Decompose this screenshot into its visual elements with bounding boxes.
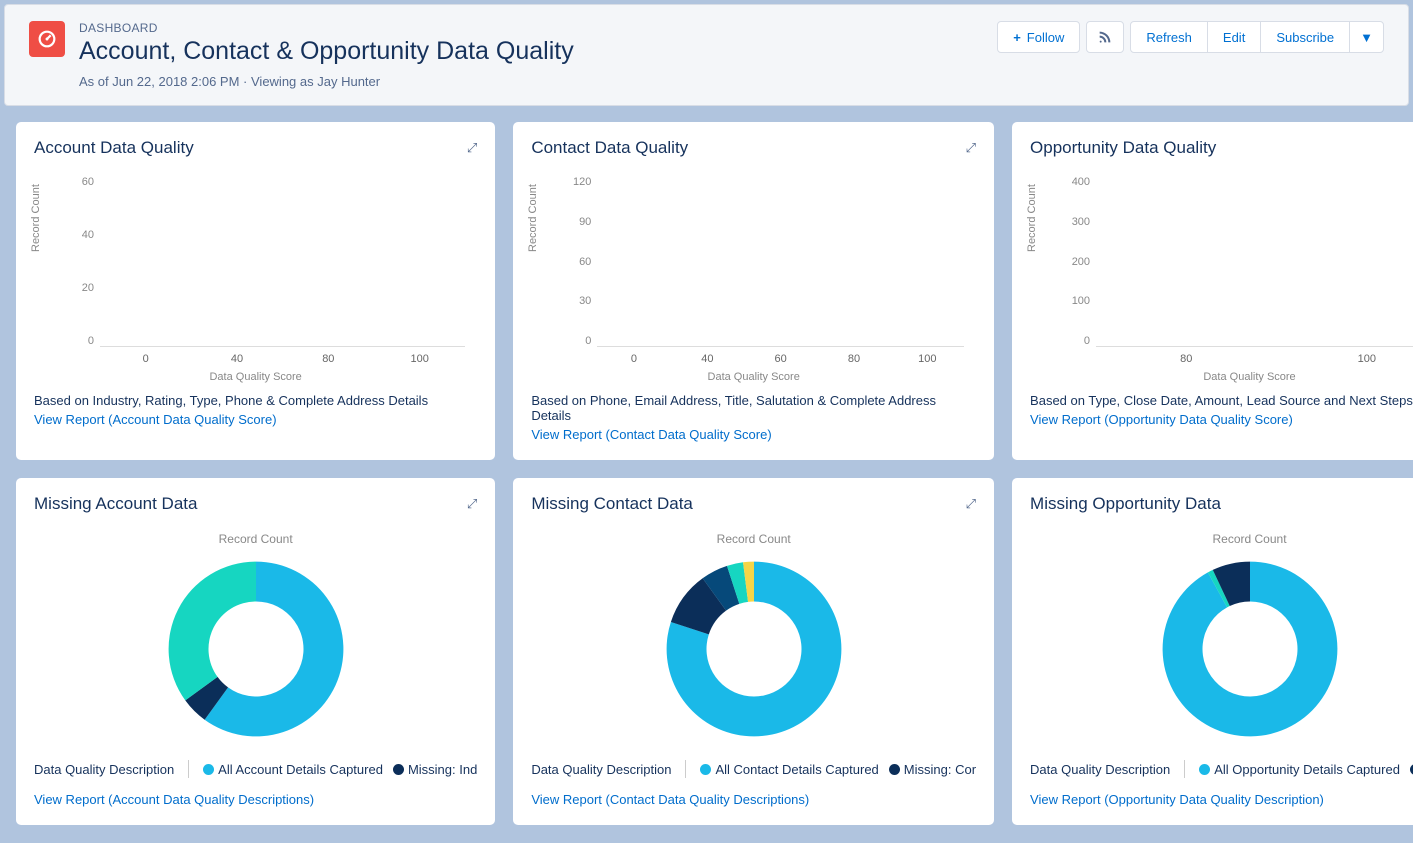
- caption: Based on Phone, Email Address, Title, Sa…: [531, 393, 976, 423]
- account-dq-chart: Record Count 6040200 04080100 Data Quali…: [34, 168, 477, 383]
- dashboard-icon: [29, 21, 65, 57]
- dashboard-header: DASHBOARD Account, Contact & Opportunity…: [4, 4, 1409, 106]
- x-axis-label: Data Quality Score: [1030, 371, 1413, 383]
- card-title: Opportunity Data Quality: [1030, 138, 1216, 158]
- legend-item: All Account Details Captured: [218, 762, 383, 777]
- follow-button[interactable]: + Follow: [997, 21, 1080, 53]
- card-account-dq: Account Data Quality ⤢ Record Count 6040…: [16, 122, 495, 460]
- plot-area: [100, 176, 465, 347]
- opp-dq-chart: Record Count 4003002001000 80100 Data Qu…: [1030, 168, 1413, 383]
- donut-label: Record Count: [34, 532, 477, 546]
- legend-item: Missing: Ind: [408, 762, 477, 777]
- missing-opp-donut: [1155, 554, 1345, 744]
- x-ticks: 0406080100: [597, 353, 964, 365]
- x-ticks: 80100: [1096, 353, 1413, 365]
- legend-title: Data Quality Description: [531, 762, 671, 777]
- legend-item: Missing: Cor: [904, 762, 976, 777]
- subscribe-label: Subscribe: [1276, 30, 1334, 45]
- swatch-blue: [700, 764, 711, 775]
- donut-slice: [168, 562, 255, 701]
- plus-icon: +: [1013, 30, 1021, 45]
- view-report-link[interactable]: View Report (Contact Data Quality Score): [531, 427, 771, 442]
- legend-item: All Contact Details Captured: [715, 762, 878, 777]
- dashboard-meta: As of Jun 22, 2018 2:06 PM · Viewing as …: [79, 74, 574, 89]
- follow-label: Follow: [1027, 30, 1065, 45]
- swatch-navy: [889, 764, 900, 775]
- y-axis-label: Record Count: [527, 184, 539, 252]
- x-axis-label: Data Quality Score: [531, 371, 976, 383]
- missing-contact-donut: [659, 554, 849, 744]
- card-missing-contact: Missing Contact Data ⤢ Record Count Data…: [513, 478, 994, 825]
- swatch-blue: [1199, 764, 1210, 775]
- card-title: Missing Contact Data: [531, 494, 693, 514]
- view-report-link[interactable]: View Report (Contact Data Quality Descri…: [531, 792, 809, 807]
- card-opportunity-dq: Opportunity Data Quality ⤢ Record Count …: [1012, 122, 1413, 460]
- y-axis-label: Record Count: [1026, 184, 1038, 252]
- expand-icon[interactable]: ⤢: [966, 496, 976, 512]
- contact-dq-chart: Record Count 1209060300 0406080100 Data …: [531, 168, 976, 383]
- plot-area: [597, 176, 964, 347]
- view-report-link[interactable]: View Report (Account Data Quality Score): [34, 412, 277, 427]
- card-missing-opportunity: Missing Opportunity Data ⤢ Record Count …: [1012, 478, 1413, 825]
- swatch-navy: [393, 764, 404, 775]
- y-ticks: 6040200: [54, 176, 94, 347]
- feed-icon-button[interactable]: [1086, 21, 1124, 53]
- legend: Data Quality Description All Contact Det…: [531, 760, 976, 778]
- plot-area: [1096, 176, 1413, 347]
- more-actions-button[interactable]: ▼: [1349, 21, 1384, 53]
- edit-label: Edit: [1223, 30, 1245, 45]
- x-ticks: 04080100: [100, 353, 465, 365]
- card-missing-account: Missing Account Data ⤢ Record Count Data…: [16, 478, 495, 825]
- donut-label: Record Count: [531, 532, 976, 546]
- legend-item: All Opportunity Details Captured: [1214, 762, 1400, 777]
- legend: Data Quality Description All Opportunity…: [1030, 760, 1413, 778]
- card-contact-dq: Contact Data Quality ⤢ Record Count 1209…: [513, 122, 994, 460]
- card-title: Missing Account Data: [34, 494, 197, 514]
- card-title: Contact Data Quality: [531, 138, 688, 158]
- swatch-blue: [203, 764, 214, 775]
- legend-title: Data Quality Description: [34, 762, 174, 777]
- caption: Based on Industry, Rating, Type, Phone &…: [34, 393, 477, 408]
- y-axis-label: Record Count: [30, 184, 42, 252]
- y-ticks: 4003002001000: [1050, 176, 1090, 347]
- view-report-link[interactable]: View Report (Opportunity Data Quality De…: [1030, 792, 1324, 807]
- page-title: Account, Contact & Opportunity Data Qual…: [79, 37, 574, 66]
- expand-icon[interactable]: ⤢: [467, 140, 477, 156]
- legend: Data Quality Description All Account Det…: [34, 760, 477, 778]
- chevron-down-icon: ▼: [1360, 30, 1373, 45]
- card-title: Account Data Quality: [34, 138, 194, 158]
- missing-account-donut: [161, 554, 351, 744]
- subscribe-button[interactable]: Subscribe: [1260, 21, 1350, 53]
- view-report-link[interactable]: View Report (Opportunity Data Quality Sc…: [1030, 412, 1293, 427]
- donut-label: Record Count: [1030, 532, 1413, 546]
- x-axis-label: Data Quality Score: [34, 371, 477, 383]
- card-title: Missing Opportunity Data: [1030, 494, 1221, 514]
- expand-icon[interactable]: ⤢: [966, 140, 976, 156]
- refresh-button[interactable]: Refresh: [1130, 21, 1208, 53]
- eyebrow: DASHBOARD: [79, 21, 574, 35]
- edit-button[interactable]: Edit: [1207, 21, 1261, 53]
- caption: Based on Type, Close Date, Amount, Lead …: [1030, 393, 1413, 408]
- legend-title: Data Quality Description: [1030, 762, 1170, 777]
- refresh-label: Refresh: [1146, 30, 1192, 45]
- view-report-link[interactable]: View Report (Account Data Quality Descri…: [34, 792, 314, 807]
- feed-icon: [1097, 29, 1113, 45]
- expand-icon[interactable]: ⤢: [467, 496, 477, 512]
- toolbar: + Follow Refresh Edit Subscribe ▼: [991, 21, 1384, 53]
- y-ticks: 1209060300: [551, 176, 591, 347]
